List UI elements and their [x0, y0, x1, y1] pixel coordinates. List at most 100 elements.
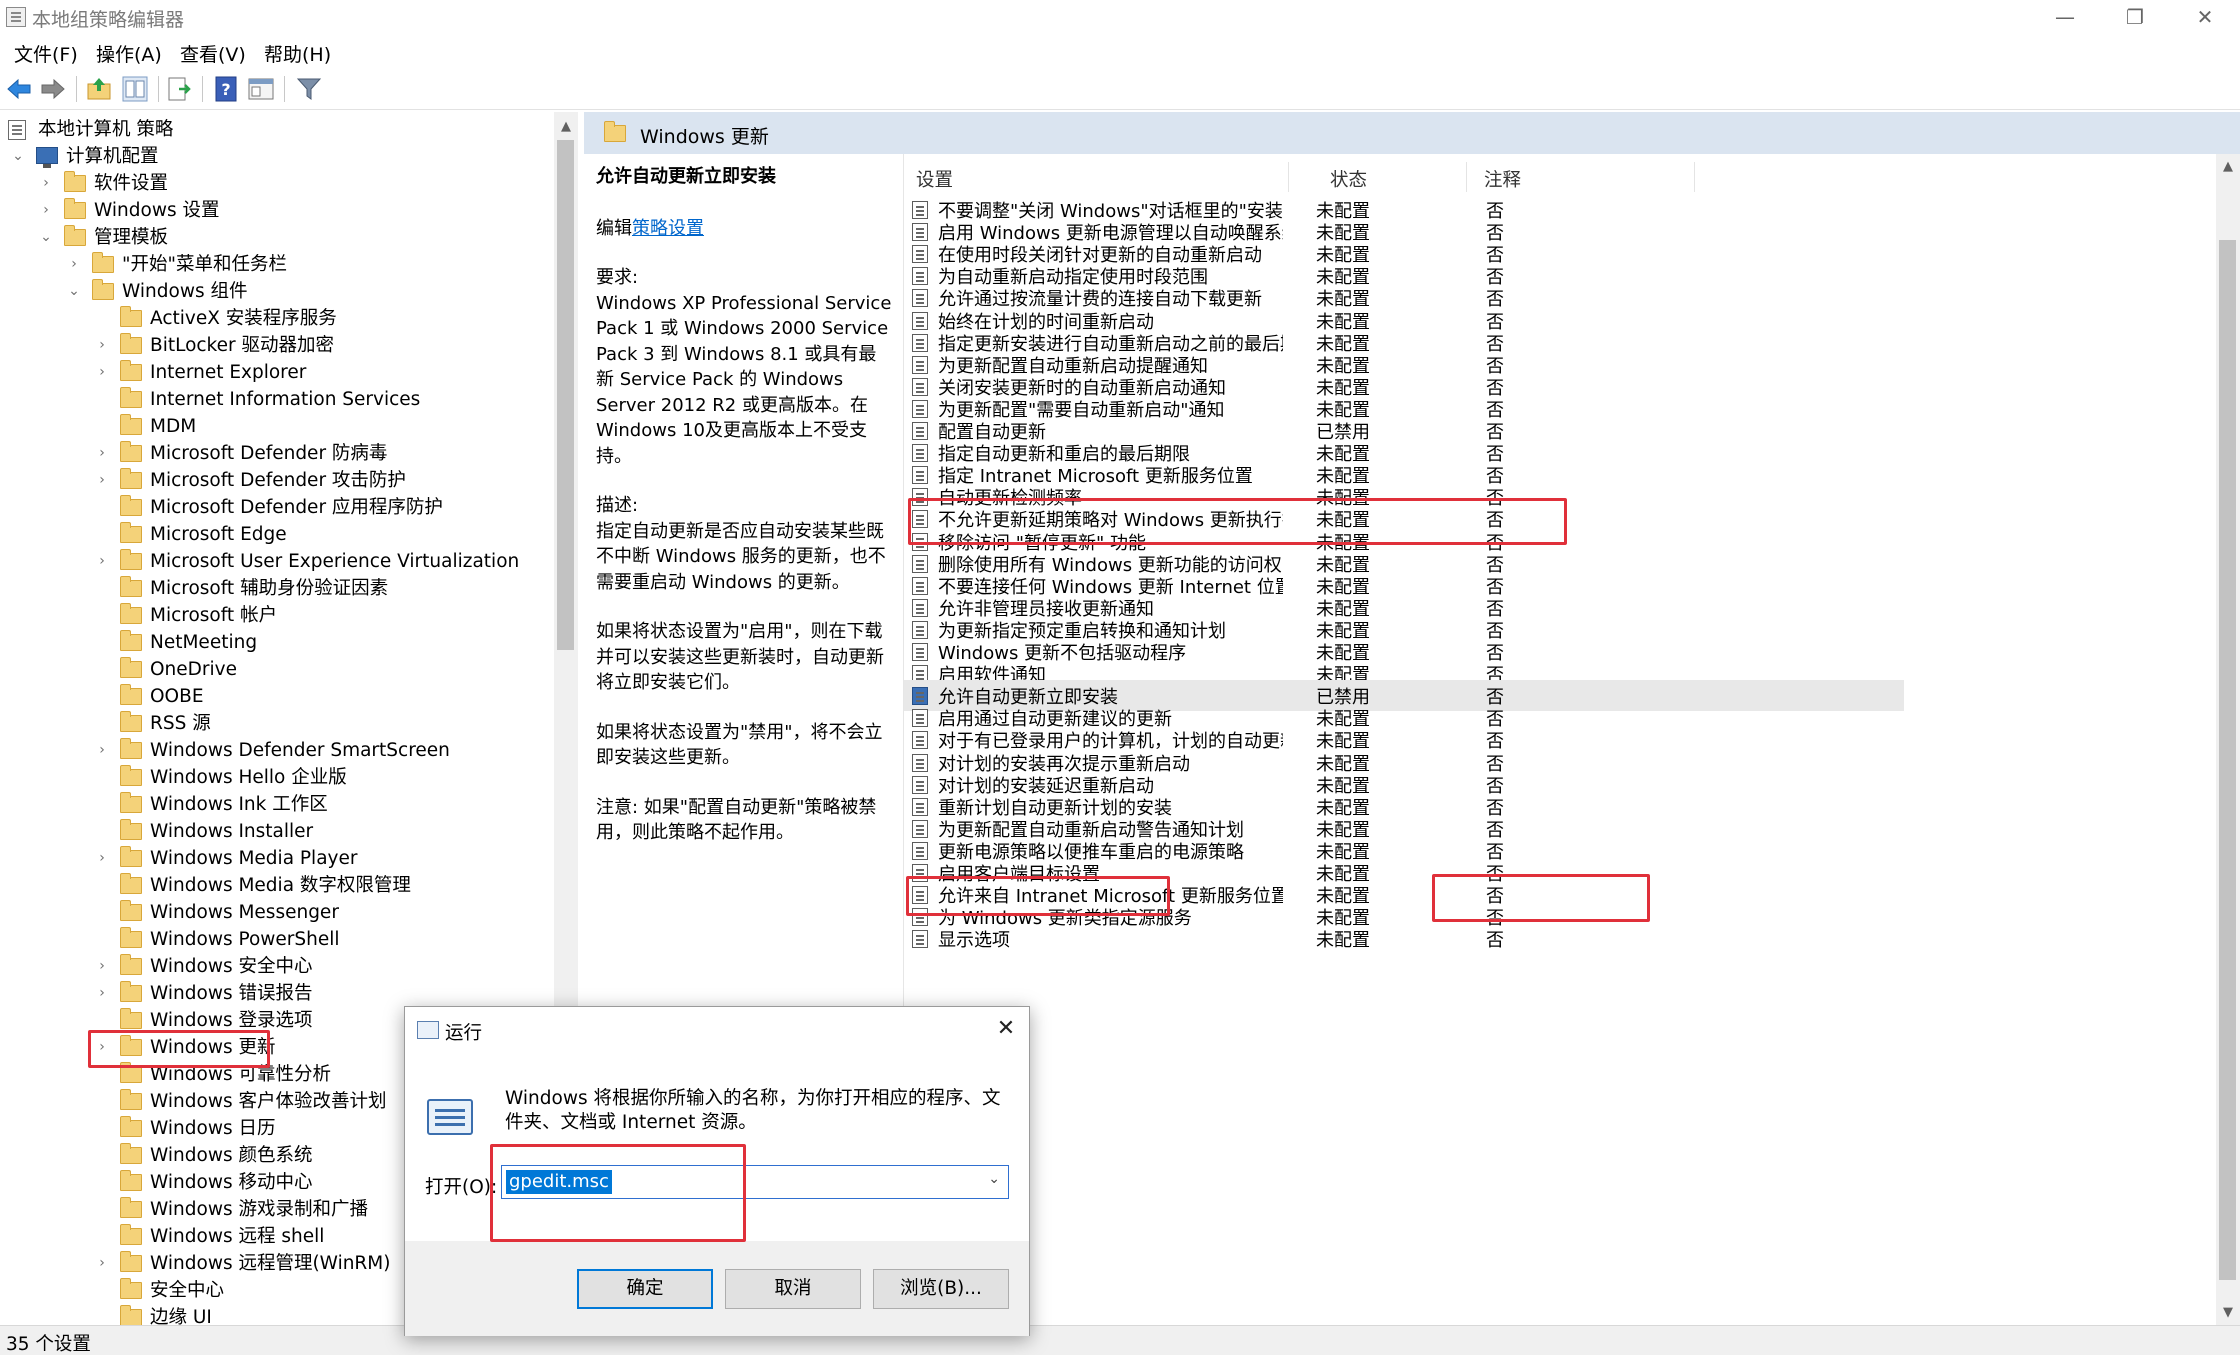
folder-icon: [120, 792, 142, 813]
enabled-text: 如果将状态设置为"启用"，则在下载并可以安装这些更新装时，自动更新将立即安装它们…: [596, 621, 884, 693]
setting-note: 否: [1486, 930, 1504, 951]
open-label: 打开(O):: [425, 1177, 498, 1198]
run-close-button[interactable]: ✕: [989, 1013, 1023, 1047]
chevron-right-icon[interactable]: ›: [94, 332, 110, 359]
details-header-title: Windows 更新: [640, 126, 769, 148]
folder-icon: [120, 1170, 142, 1191]
window-title: 本地组策略编辑器: [32, 9, 185, 31]
folder-icon: [120, 306, 142, 327]
column-state[interactable]: 状态: [1330, 166, 1367, 192]
chevron-right-icon[interactable]: ›: [38, 170, 54, 197]
open-input-value[interactable]: gpedit.msc: [506, 1170, 612, 1194]
run-dialog: 运行 ✕ Windows 将根据你所输入的名称，为你打开相应的程序、文件夹、文档…: [404, 1006, 1030, 1336]
close-button[interactable]: ✕: [2170, 0, 2240, 36]
folder-icon: [120, 1062, 142, 1083]
folder-icon: [120, 846, 142, 867]
table-row[interactable]: 显示选项 未配置 否: [904, 923, 2204, 954]
folder-icon: [92, 279, 114, 300]
status-bar: 35 个设置: [0, 1325, 2240, 1355]
show-hide-tree-icon[interactable]: [122, 76, 148, 102]
settings-list: 设置 状态 注释 不要调整"关闭 Windows"对话框里的"安装更新并关机"的…: [904, 154, 2240, 1325]
chevron-right-icon[interactable]: ›: [94, 1034, 110, 1061]
forward-icon[interactable]: [40, 76, 66, 102]
folder-icon: [120, 873, 142, 894]
folder-icon: [64, 198, 86, 219]
chevron-right-icon[interactable]: ›: [94, 548, 110, 575]
folder-icon: [120, 522, 142, 543]
computer-icon: [36, 147, 58, 168]
folder-icon: [120, 1197, 142, 1218]
edit-policy-link[interactable]: 策略设置: [632, 218, 704, 239]
policy-doc-icon: [8, 120, 26, 140]
folder-icon: [120, 927, 142, 948]
help-icon[interactable]: ?: [214, 76, 240, 102]
chevron-right-icon[interactable]: ›: [94, 440, 110, 467]
chevron-down-icon[interactable]: ⌄: [66, 278, 82, 305]
folder-icon: [120, 738, 142, 759]
folder-icon: [120, 387, 142, 408]
folder-icon: [120, 900, 142, 921]
ok-button[interactable]: 确定: [577, 1269, 713, 1309]
folder-icon: [120, 1116, 142, 1137]
chevron-down-icon[interactable]: ⌄: [10, 143, 26, 170]
toolbar: ?: [0, 68, 2240, 110]
folder-icon: [92, 252, 114, 273]
back-icon[interactable]: [6, 76, 32, 102]
folder-icon: [120, 765, 142, 786]
folder-icon: [120, 657, 142, 678]
folder-icon: [120, 1008, 142, 1029]
folder-icon: [120, 630, 142, 651]
folder-icon: [120, 333, 142, 354]
folder-icon: [64, 171, 86, 192]
chevron-right-icon[interactable]: ›: [94, 980, 110, 1007]
folder-icon: [120, 819, 142, 840]
note-text: 注意: 如果"配置自动更新"策略被禁用，则此策略不起作用。: [596, 796, 877, 844]
requirements-text: Windows XP Professional Service Pack 1 或…: [596, 292, 892, 467]
column-note[interactable]: 注释: [1484, 166, 1521, 192]
minimize-button[interactable]: —: [2030, 0, 2100, 36]
description-title: 允许自动更新立即安装: [596, 166, 776, 187]
menu-view[interactable]: 查看(V): [180, 40, 246, 67]
properties-icon[interactable]: [248, 76, 274, 102]
folder-icon: [120, 684, 142, 705]
menu-help[interactable]: 帮助(H): [264, 40, 331, 67]
chevron-right-icon[interactable]: ›: [38, 197, 54, 224]
chevron-right-icon[interactable]: ›: [94, 953, 110, 980]
cancel-button[interactable]: 取消: [725, 1269, 861, 1309]
chevron-right-icon[interactable]: ›: [94, 1250, 110, 1277]
export-list-icon[interactable]: [166, 76, 192, 102]
up-folder-icon[interactable]: [86, 76, 112, 102]
folder-icon: [120, 495, 142, 516]
chevron-right-icon[interactable]: ›: [94, 359, 110, 386]
chevron-right-icon[interactable]: ›: [94, 845, 110, 872]
scroll-up-icon[interactable]: ▲: [2216, 156, 2240, 178]
list-scrollbar[interactable]: ▲ ▼: [2216, 154, 2240, 1325]
tree-scroll-thumb[interactable]: [557, 140, 574, 650]
menu-file[interactable]: 文件(F): [14, 40, 78, 67]
chevron-right-icon[interactable]: ›: [94, 467, 110, 494]
description-text: 指定自动更新是否应自动安装某些既不中断 Windows 服务的更新，也不需要重启…: [596, 520, 886, 593]
chevron-right-icon[interactable]: ›: [66, 251, 82, 278]
filter-icon[interactable]: [296, 76, 322, 102]
column-setting[interactable]: 设置: [916, 166, 953, 192]
run-program-icon: [427, 1099, 473, 1135]
folder-icon: [120, 1305, 142, 1325]
list-scroll-thumb[interactable]: [2219, 240, 2236, 1280]
chevron-down-icon[interactable]: ⌄: [38, 224, 54, 251]
chevron-down-icon[interactable]: ⌄: [988, 1171, 1000, 1187]
scroll-down-icon[interactable]: ▼: [2216, 1302, 2240, 1324]
app-icon: [6, 7, 26, 27]
svg-text:?: ?: [221, 80, 230, 99]
description-label: 描述:: [596, 495, 639, 516]
folder-icon: [120, 981, 142, 1002]
run-icon: [417, 1021, 439, 1039]
folder-icon: [120, 1224, 142, 1245]
run-dialog-title: 运行: [445, 1023, 483, 1044]
scroll-up-icon[interactable]: ▲: [554, 116, 578, 138]
menu-action[interactable]: 操作(A): [96, 40, 162, 67]
restore-button[interactable]: ❐: [2100, 0, 2170, 36]
chevron-right-icon[interactable]: ›: [94, 737, 110, 764]
details-header: Windows 更新: [584, 112, 2240, 154]
open-input[interactable]: gpedit.msc ⌄: [501, 1165, 1009, 1199]
browse-button[interactable]: 浏览(B)...: [873, 1269, 1009, 1309]
